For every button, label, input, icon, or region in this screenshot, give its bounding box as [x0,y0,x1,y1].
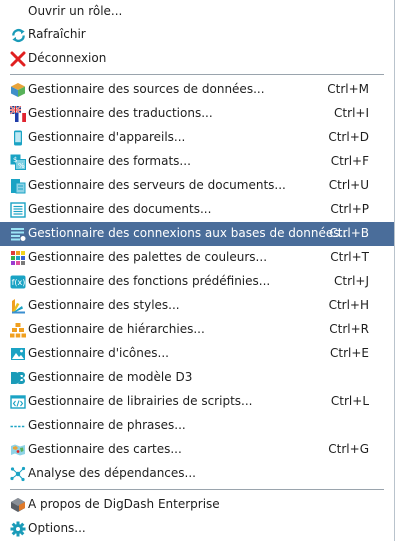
map-icon [10,442,26,458]
menu-item-label: Déconnexion [28,51,107,65]
menu-item-shortcut: Ctrl+L [330,394,369,408]
menu-item-shortcut: Ctrl+G [328,442,369,456]
menu-item-shortcut: Ctrl+R [329,322,369,336]
menu-item-dependency-analysis[interactable]: Analyse des dépendances... [0,462,394,486]
menu-item-shortcut: Ctrl+P [330,202,369,216]
menu-item-icons[interactable]: Gestionnaire d'icônes... Ctrl+E [0,342,394,366]
refresh-icon [10,27,26,43]
menu-item-shortcut: Ctrl+E [330,346,369,360]
menu-separator [10,489,384,490]
menu-item-label: Gestionnaire de librairies de scripts... [28,394,253,408]
menu-item-label: Rafraîchir [28,27,86,41]
document-server-icon [10,178,26,194]
menu-item-label: Gestionnaire des styles... [28,298,180,312]
menu-item-options[interactable]: Options... [0,517,394,541]
menu-item-label: Gestionnaire des connexions aux bases de… [28,226,351,240]
styles-icon [10,298,26,314]
menu-separator [10,74,384,75]
documents-icon [10,202,26,218]
d3-icon [10,370,26,386]
menu-item-label: Ouvrir un rôle... [28,4,123,18]
menu-item-color-palettes[interactable]: Gestionnaire des palettes de couleurs...… [0,246,394,270]
menu-item-open-role[interactable]: Ouvrir un rôle... [0,0,394,24]
hierarchy-icon [10,322,26,338]
menu-item-label: Gestionnaire des cartes... [28,442,182,456]
options-gear-icon [10,521,26,537]
menu-item-label: A propos de DigDash Enterprise [28,497,220,511]
data-source-cube-icon [10,82,26,98]
menu-item-label: Gestionnaire de phrases... [28,418,186,432]
disconnect-icon [10,51,26,67]
menu-item-label: Analyse des dépendances... [28,466,196,480]
menu-item-label: Gestionnaire de hiérarchies... [28,322,205,336]
about-icon [10,497,26,513]
menu-item-d3-model[interactable]: Gestionnaire de modèle D3 [0,366,394,390]
menu-item-refresh[interactable]: Rafraîchir [0,23,394,47]
menu-item-label: Gestionnaire des traductions... [28,106,213,120]
svg-text:%: % [18,162,25,170]
database-connection-icon [10,226,26,242]
menu-item-data-sources[interactable]: Gestionnaire des sources de données... C… [0,78,394,102]
dependency-icon [10,466,26,482]
menu-item-label: Options... [28,521,86,535]
menu-item-shortcut: Ctrl+H [328,298,369,312]
menu-item-shortcut: Ctrl+U [328,178,369,192]
menu-item-disconnect[interactable]: Déconnexion [0,47,394,71]
menu-item-shortcut: Ctrl+D [328,130,369,144]
menu-item-predefined-functions[interactable]: f(x) Gestionnaire des fonctions prédéfin… [0,270,394,294]
menu-item-documents[interactable]: Gestionnaire des documents... Ctrl+P [0,198,394,222]
menu-item-database-connections[interactable]: Gestionnaire des connexions aux bases de… [0,222,394,246]
menu-item-label: Gestionnaire de modèle D3 [28,370,193,384]
menu-item-label: Gestionnaire des palettes de couleurs... [28,250,268,264]
device-icon [10,130,26,146]
menu-item-script-libraries[interactable]: Gestionnaire de librairies de scripts...… [0,390,394,414]
script-library-icon [10,394,26,410]
translation-flags-icon [10,106,26,122]
menu-item-maps[interactable]: Gestionnaire des cartes... Ctrl+G [0,438,394,462]
menu-item-translations[interactable]: Gestionnaire des traductions... Ctrl+I [0,102,394,126]
menu-item-label: Gestionnaire des formats... [28,154,191,168]
menu-item-shortcut: Ctrl+B [329,226,369,240]
color-palette-icon [10,250,26,266]
menu-item-label: Gestionnaire d'appareils... [28,130,186,144]
svg-text:$: $ [13,156,17,164]
menu-item-hierarchies[interactable]: Gestionnaire de hiérarchies... Ctrl+R [0,318,394,342]
format-icon: $ % [10,154,26,170]
main-menu: Ouvrir un rôle... Rafraîchir Déconnexion [0,0,395,541]
menu-item-phrases[interactable]: Gestionnaire de phrases... [0,414,394,438]
phrases-icon [10,418,26,434]
svg-text:f(x): f(x) [12,278,26,287]
menu-item-shortcut: Ctrl+F [330,154,369,168]
menu-item-about[interactable]: A propos de DigDash Enterprise [0,493,394,517]
menu-item-label: Gestionnaire des fonctions prédéfinies..… [28,274,271,288]
menu-item-shortcut: Ctrl+I [334,106,369,120]
menu-item-shortcut: Ctrl+T [330,250,369,264]
function-icon: f(x) [10,274,26,290]
menu-item-styles[interactable]: Gestionnaire des styles... Ctrl+H [0,294,394,318]
menu-item-shortcut: Ctrl+J [334,274,369,288]
menu-item-shortcut: Ctrl+M [327,82,369,96]
menu-item-formats[interactable]: $ % Gestionnaire des formats... Ctrl+F [0,150,394,174]
menu-item-devices[interactable]: Gestionnaire d'appareils... Ctrl+D [0,126,394,150]
image-icon [10,346,26,362]
menu-item-label: Gestionnaire d'icônes... [28,346,169,360]
menu-item-label: Gestionnaire des serveurs de documents..… [28,178,286,192]
menu-item-label: Gestionnaire des documents... [28,202,212,216]
menu-item-label: Gestionnaire des sources de données... [28,82,265,96]
menu-item-document-servers[interactable]: Gestionnaire des serveurs de documents..… [0,174,394,198]
